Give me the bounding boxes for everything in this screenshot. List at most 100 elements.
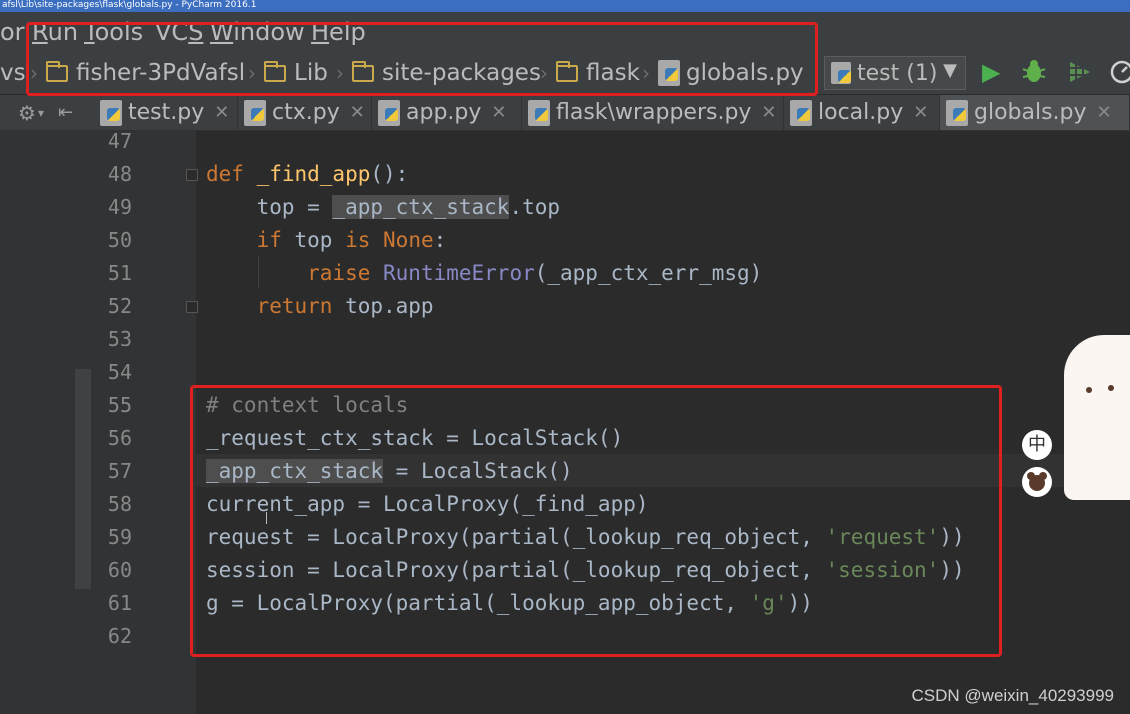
keyword-token: return <box>206 294 346 318</box>
tab-globals-py[interactable]: globals.py ✕ <box>940 95 1130 130</box>
code-line-60[interactable]: session = LocalProxy(partial(_lookup_req… <box>206 554 965 587</box>
code-line-51[interactable]: raise RuntimeError(_app_ctx_err_msg) <box>206 257 762 290</box>
code-token: current_app = LocalProxy(_find_app) <box>206 492 649 516</box>
code-line-52[interactable]: return top.app <box>206 290 434 323</box>
breadcrumb-item-project[interactable]: › fisher-3PdVafsl <box>30 52 245 94</box>
breadcrumb-label: flask <box>586 60 640 86</box>
code-line-56[interactable]: _request_ctx_stack = LocalStack() <box>206 422 623 455</box>
builtin-token: RuntimeError <box>383 261 535 285</box>
line-number: 50 <box>107 228 132 252</box>
code-token: : <box>433 228 447 252</box>
code-line-58[interactable]: current_app = LocalProxy(_find_app) <box>206 488 649 521</box>
project-tool-icons: ⚙ ▾ ⇤ <box>0 95 73 130</box>
profile-icon[interactable] <box>1108 58 1130 92</box>
code-token: )) <box>939 558 965 582</box>
python-file-icon <box>378 99 400 126</box>
sticker-eye <box>1108 385 1114 391</box>
breadcrumb-item-lib[interactable]: › Lib <box>248 52 328 94</box>
breadcrumb-separator-icon: › <box>642 61 650 85</box>
bear-sticker <box>1064 335 1130 500</box>
project-scrollbar[interactable] <box>75 369 91 589</box>
breadcrumb-item-site-packages[interactable]: › site-packages <box>336 52 541 94</box>
close-icon[interactable]: ✕ <box>491 102 506 123</box>
tab-label: globals.py <box>974 100 1087 125</box>
menu-item-run[interactable]: Run <box>32 12 78 52</box>
menu-mnemonic: T <box>84 18 95 46</box>
collapse-icon[interactable]: ⇤ <box>58 102 73 123</box>
string-token: 'g' <box>749 591 788 615</box>
code-line-61[interactable]: g = LocalProxy(partial(_lookup_app_objec… <box>206 587 813 620</box>
breadcrumb-label: globals.py <box>686 60 804 86</box>
tab-flask-wrappers-py[interactable]: flask\wrappers.py ✕ <box>522 95 784 130</box>
string-token: 'request' <box>825 525 940 549</box>
run-configuration-label: test (1) <box>857 60 938 86</box>
breadcrumb-lead[interactable]: vs <box>0 52 26 94</box>
breadcrumb-label: Lib <box>294 60 328 86</box>
keyword-token: def <box>206 162 257 186</box>
chevron-down-icon[interactable]: ▾ <box>38 106 44 120</box>
fold-marker-icon[interactable] <box>186 301 198 313</box>
line-number: 59 <box>107 525 132 549</box>
tab-label: test.py <box>128 100 205 125</box>
close-icon[interactable]: ✕ <box>214 102 229 123</box>
run-configuration-select[interactable]: test (1) ▼ <box>824 56 966 90</box>
line-number: 48 <box>107 162 132 186</box>
menu-item-window[interactable]: Window <box>210 12 305 52</box>
menu-item-tools-label: Tools <box>84 18 144 46</box>
close-icon[interactable]: ✕ <box>350 102 365 123</box>
keyword-token: raise <box>206 261 384 285</box>
fold-marker-icon[interactable] <box>186 169 198 181</box>
breadcrumb-lead-label: vs <box>0 60 26 86</box>
tab-app-py[interactable]: app.py ✕ <box>372 95 522 130</box>
menu-item-vcs[interactable]: VCS <box>155 12 203 52</box>
tab-label: flask\wrappers.py <box>556 100 752 125</box>
code-line-49[interactable]: top = _app_ctx_stack.top <box>206 191 560 224</box>
breadcrumb-separator-icon: › <box>248 61 256 85</box>
code-line-50[interactable]: if top is None: <box>206 224 447 257</box>
breadcrumb-label: fisher-3PdVafsl <box>76 60 246 86</box>
menu-item-vcs-label: VCS <box>155 18 204 46</box>
line-number: 53 <box>107 327 132 351</box>
tab-label: local.py <box>818 100 904 125</box>
code-token: top <box>294 228 346 252</box>
tab-local-py[interactable]: local.py ✕ <box>784 95 940 130</box>
close-icon[interactable]: ✕ <box>1097 102 1112 123</box>
line-number: 62 <box>107 624 132 648</box>
breadcrumb-label: site-packages <box>382 60 541 86</box>
breadcrumb-item-flask[interactable]: › flask <box>540 52 640 94</box>
ime-skin-icon[interactable] <box>1022 467 1052 497</box>
ime-language-button[interactable]: 中 <box>1022 430 1052 460</box>
code-token: _request_ctx_stack = LocalStack() <box>206 426 624 450</box>
code-line-55[interactable]: # context locals <box>206 389 408 422</box>
menu-item-help[interactable]: Help <box>311 12 366 52</box>
menu-item-tools[interactable]: Tools <box>84 12 143 52</box>
keyword-token: if <box>206 228 295 252</box>
function-name-token: _find_app <box>256 162 371 186</box>
coverage-icon[interactable] <box>1066 58 1094 92</box>
breadcrumb-separator-icon: › <box>540 61 548 85</box>
python-file-icon <box>790 99 812 126</box>
code-line-57[interactable]: _app_ctx_stack = LocalStack() <box>206 455 573 488</box>
play-icon[interactable]: ▶ <box>982 58 1000 86</box>
code-token: = LocalStack() <box>383 459 573 483</box>
code-line-48[interactable]: def _find_app(): <box>206 158 408 191</box>
line-number: 51 <box>107 261 132 285</box>
menu-bar: or Run Tools VCS Window Help <box>0 12 1130 52</box>
code-token: top.app <box>345 294 434 318</box>
close-icon[interactable]: ✕ <box>761 102 776 123</box>
line-number: 52 <box>107 294 132 318</box>
breadcrumb-item-file[interactable]: › globals.py <box>642 52 804 94</box>
bug-icon[interactable] <box>1020 58 1048 92</box>
tab-ctx-py[interactable]: ctx.py ✕ <box>238 95 372 130</box>
python-file-icon <box>528 99 550 126</box>
code-line-59[interactable]: request = LocalProxy(partial(_lookup_req… <box>206 521 965 554</box>
menu-item-partial[interactable]: or <box>0 12 25 52</box>
comment-token: # context locals <box>206 393 409 417</box>
line-number: 55 <box>107 393 132 417</box>
gear-icon[interactable]: ⚙ <box>18 101 36 125</box>
menu-item-help-label: Help <box>311 18 366 46</box>
menu-item-window-label: Window <box>210 18 305 46</box>
python-file-icon <box>658 60 680 86</box>
close-icon[interactable]: ✕ <box>913 102 928 123</box>
breadcrumb-separator-icon: › <box>30 61 38 85</box>
